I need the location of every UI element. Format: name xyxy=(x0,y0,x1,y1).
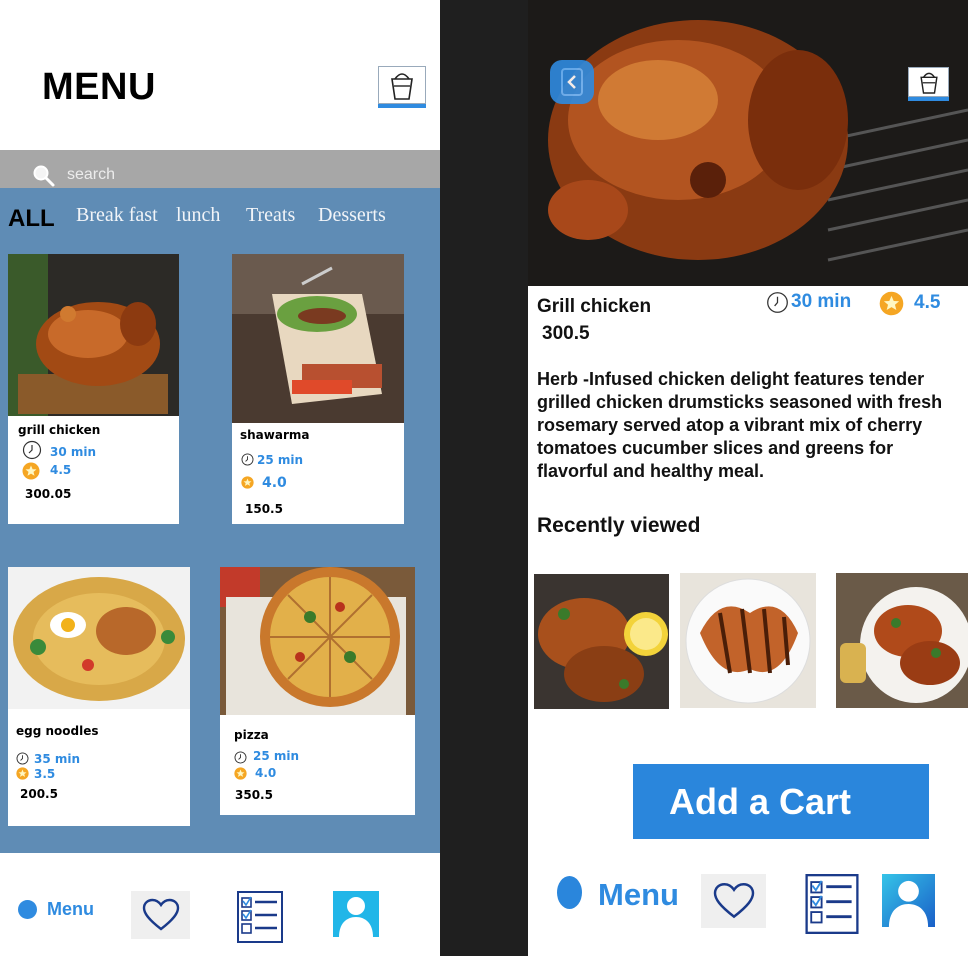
detail-screen: Grill chicken 300.5 30 min 4.5 Herb -Inf… xyxy=(528,0,968,956)
nav-favorites-button[interactable] xyxy=(701,874,766,928)
food-name: egg noodles xyxy=(16,724,99,738)
rating: 4.5 xyxy=(914,292,941,313)
grill-chicken-hero-image xyxy=(528,0,968,286)
star-icon xyxy=(234,767,247,780)
food-name: grill chicken xyxy=(18,423,101,437)
clock-icon xyxy=(16,752,29,765)
rating: 4.5 xyxy=(50,463,72,477)
nav-menu-label[interactable]: Menu xyxy=(598,877,679,913)
star-icon xyxy=(879,291,904,316)
add-to-cart-button[interactable]: Add a Cart xyxy=(633,764,929,839)
rating: 4.0 xyxy=(255,766,277,780)
nav-orders-button[interactable] xyxy=(237,891,283,943)
active-dot-icon xyxy=(557,876,582,909)
price: 350.5 xyxy=(235,788,273,802)
cart-button[interactable] xyxy=(378,66,426,104)
user-icon xyxy=(888,880,929,927)
food-card-shawarma[interactable]: shawarma 25 min 4.0 150.5 xyxy=(232,254,404,524)
egg-noodles-image xyxy=(8,567,190,709)
tab-breakfast[interactable]: Break fast xyxy=(76,204,158,227)
cart-button[interactable] xyxy=(908,67,949,97)
tab-all[interactable]: ALL xyxy=(8,205,55,233)
back-arrow-icon xyxy=(561,68,583,96)
star-icon xyxy=(16,767,29,780)
prep-time: 35 min xyxy=(34,752,81,766)
price: 150.5 xyxy=(245,502,283,516)
food-description: Herb -Infused chicken delight features t… xyxy=(537,369,943,481)
checklist-icon xyxy=(237,891,283,943)
recent-item-1-image[interactable] xyxy=(534,574,669,709)
star-icon xyxy=(22,462,40,480)
prep-time: 25 min xyxy=(257,453,304,467)
search-bar[interactable] xyxy=(0,150,440,188)
clock-icon xyxy=(22,440,42,460)
search-icon xyxy=(33,165,55,187)
prep-time: 25 min xyxy=(253,749,300,763)
rating: 4.0 xyxy=(262,475,287,491)
tab-desserts[interactable]: Desserts xyxy=(318,204,386,227)
food-card-egg-noodles[interactable]: egg noodles 35 min 3.5 200.5 xyxy=(8,567,190,826)
recently-viewed-heading: Recently viewed xyxy=(537,514,701,537)
nav-profile-button[interactable] xyxy=(333,891,379,937)
bucket-icon xyxy=(391,73,413,100)
recent-item-2-image[interactable] xyxy=(680,573,816,708)
food-card-grill-chicken[interactable]: grill chicken 30 min 4.5 300.05 xyxy=(8,254,179,524)
clock-icon xyxy=(767,292,788,313)
nav-favorites-button[interactable] xyxy=(131,891,190,939)
user-icon xyxy=(339,897,373,937)
nav-menu-label[interactable]: Menu xyxy=(47,899,94,920)
page-title: MENU xyxy=(42,66,156,108)
prep-time: 30 min xyxy=(50,445,97,459)
search-input[interactable]: search xyxy=(67,166,115,184)
shawarma-image xyxy=(232,254,404,423)
grill-chicken-image xyxy=(8,254,179,416)
tab-lunch[interactable]: lunch xyxy=(176,204,220,227)
prep-time: 30 min xyxy=(791,291,852,312)
food-card-pizza[interactable]: pizza 25 min 4.0 350.5 xyxy=(220,567,415,815)
active-dot-icon xyxy=(18,900,37,919)
food-name: shawarma xyxy=(240,428,310,442)
clock-icon xyxy=(234,751,247,764)
bucket-icon xyxy=(919,72,938,94)
star-icon xyxy=(241,476,254,489)
price: 300.5 xyxy=(542,323,590,344)
food-name: Grill chicken xyxy=(537,296,652,317)
tab-treats[interactable]: Treats xyxy=(246,204,295,227)
price: 200.5 xyxy=(20,787,58,801)
rating: 3.5 xyxy=(34,767,56,781)
pizza-image xyxy=(220,567,415,715)
back-button[interactable] xyxy=(550,60,594,104)
heart-icon xyxy=(142,898,179,931)
nav-profile-button[interactable] xyxy=(882,874,935,927)
menu-screen: MENU search ALL Break fast lunch Treats … xyxy=(0,0,440,956)
nav-orders-button[interactable] xyxy=(805,874,859,934)
checklist-icon xyxy=(805,874,859,934)
food-name: pizza xyxy=(234,728,269,742)
clock-icon xyxy=(241,453,254,466)
price: 300.05 xyxy=(25,487,72,501)
recent-item-3-image[interactable] xyxy=(836,573,968,708)
heart-icon xyxy=(713,883,754,919)
